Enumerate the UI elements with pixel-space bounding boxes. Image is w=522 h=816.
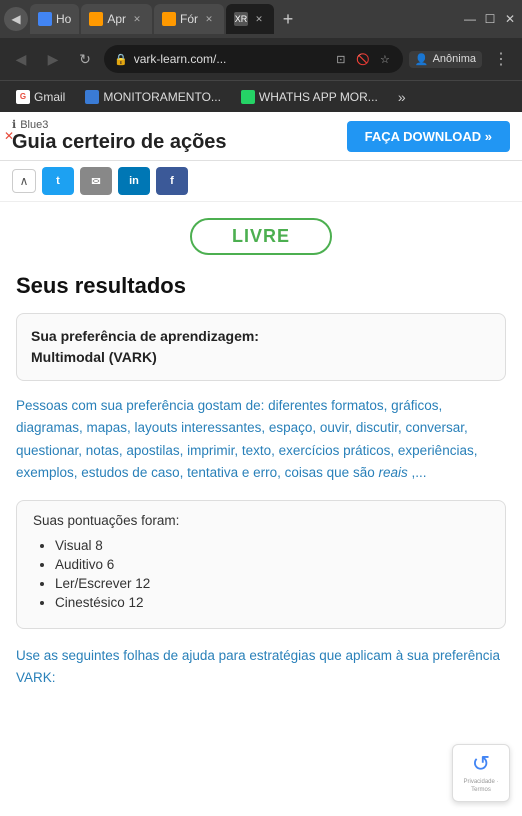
- tab-amazon1-label: Apr: [107, 12, 126, 26]
- livre-pill: LIVRE: [190, 218, 332, 255]
- browser-chrome: ◀ Ho Apr ✕ Fór ✕ XR ✕ + — ☐ ✕ ◀ ▶: [0, 0, 522, 112]
- share-facebook-button[interactable]: f: [156, 167, 188, 195]
- preference-value: Multimodal (VARK): [31, 349, 157, 365]
- new-tab-button[interactable]: +: [276, 7, 300, 31]
- bookmark-whatsapp-label: WHATHS APP MOR...: [259, 90, 378, 104]
- recaptcha-label: Privacidade · Termos: [453, 779, 509, 795]
- preference-label: Sua preferência de aprendizagem:: [31, 328, 259, 344]
- bookmark-gmail[interactable]: G Gmail: [8, 88, 73, 106]
- address-input[interactable]: 🔒 vark-learn.com/... ⊡ 🚫 ☆: [104, 45, 403, 73]
- tab-favicon-vark: XR: [234, 12, 248, 26]
- preference-box: Sua preferência de aprendizagem: Multimo…: [16, 313, 506, 381]
- tab-amazon2[interactable]: Fór ✕: [154, 4, 224, 34]
- download-button[interactable]: FAÇA DOWNLOAD »: [347, 121, 510, 152]
- address-bar: ◀ ▶ ↻ 🔒 vark-learn.com/... ⊡ 🚫 ☆ 👤 Anôni…: [0, 38, 522, 80]
- anon-label: Anônima: [433, 53, 476, 65]
- menu-button[interactable]: ⋮: [488, 46, 514, 72]
- tab-favicon-amazon1: [89, 12, 103, 26]
- share-toggle-button[interactable]: ∧: [12, 169, 36, 193]
- maximize-button[interactable]: ☐: [482, 11, 498, 27]
- banner-brand: Blue3: [20, 119, 48, 131]
- tab-vark[interactable]: XR ✕: [226, 4, 274, 34]
- tab-amazon1-close[interactable]: ✕: [130, 12, 144, 26]
- description-ellipsis: ,...: [408, 465, 427, 480]
- bookmark-gmail-label: Gmail: [34, 90, 65, 104]
- tab-vark-close[interactable]: ✕: [252, 12, 266, 26]
- score-auditivo: Auditivo 6: [55, 557, 489, 572]
- chevron-up-icon: ∧: [20, 174, 29, 188]
- back-button[interactable]: ◀: [8, 46, 34, 72]
- screenshot-icon[interactable]: ⊡: [333, 51, 349, 67]
- bookmark-whatsapp[interactable]: WHATHS APP MOR...: [233, 88, 386, 106]
- lock-icon: 🔒: [114, 53, 128, 66]
- email-icon: ✉: [91, 175, 100, 188]
- scores-title: Suas pontuações foram:: [33, 513, 489, 528]
- scores-list: Visual 8 Auditivo 6 Ler/Escrever 12 Cine…: [33, 538, 489, 610]
- anon-icon: 👤: [415, 53, 429, 66]
- tab-favicon-home: [38, 12, 52, 26]
- recaptcha-icon: ↺: [472, 751, 490, 777]
- score-ler-escrever: Ler/Escrever 12: [55, 576, 489, 591]
- share-linkedin-button[interactable]: in: [118, 167, 150, 195]
- bookmarks-bar: G Gmail MONITORAMENTO... WHATHS APP MOR.…: [0, 80, 522, 112]
- share-bar: ∧ t ✉ in f: [0, 161, 522, 202]
- tab-home-label: Ho: [56, 12, 71, 26]
- score-visual: Visual 8: [55, 538, 489, 553]
- forward-button[interactable]: ▶: [40, 46, 66, 72]
- linkedin-icon: in: [129, 175, 139, 187]
- livre-badge: LIVRE: [16, 218, 506, 255]
- recaptcha-badge[interactable]: ↺ Privacidade · Termos: [452, 744, 510, 802]
- top-banner: ℹ Blue3 Guia certeiro de ações FAÇA DOWN…: [0, 112, 522, 161]
- gmail-icon: G: [16, 90, 30, 104]
- tab-home[interactable]: Ho: [30, 4, 79, 34]
- bookmarks-more-button[interactable]: »: [390, 85, 414, 109]
- share-twitter-button[interactable]: t: [42, 167, 74, 195]
- twitter-icon: t: [56, 175, 60, 187]
- window-buttons: — ☐ ✕: [462, 11, 518, 27]
- address-text: vark-learn.com/...: [134, 52, 327, 66]
- tab-amazon2-close[interactable]: ✕: [202, 12, 216, 26]
- bookmark-monitor-label: MONITORAMENTO...: [103, 90, 221, 104]
- tab-amazon2-label: Fór: [180, 12, 198, 26]
- score-cinestesico: Cinestésico 12: [55, 595, 489, 610]
- banner-title: Guia certeiro de ações: [12, 131, 227, 154]
- block-icon[interactable]: 🚫: [355, 51, 371, 67]
- reload-button[interactable]: ↻: [72, 46, 98, 72]
- results-title: Seus resultados: [16, 273, 506, 299]
- scores-box: Suas pontuações foram: Visual 8 Auditivo…: [16, 500, 506, 629]
- anon-badge: 👤 Anônima: [409, 51, 482, 68]
- tab-bar: ◀ Ho Apr ✕ Fór ✕ XR ✕ + — ☐ ✕: [0, 0, 522, 38]
- monitor-icon: [85, 90, 99, 104]
- tab-expand-btn[interactable]: ◀: [4, 7, 28, 31]
- banner-small-text: ℹ Blue3: [12, 118, 227, 131]
- banner-close-button[interactable]: ✕: [0, 127, 18, 145]
- whatsapp-icon: [241, 90, 255, 104]
- description-text: Pessoas com sua preferência gostam de: d…: [16, 395, 506, 484]
- share-email-button[interactable]: ✉: [80, 167, 112, 195]
- minimize-button[interactable]: —: [462, 11, 478, 27]
- facebook-icon: f: [170, 175, 174, 187]
- page-content: ℹ Blue3 Guia certeiro de ações FAÇA DOWN…: [0, 112, 522, 816]
- star-icon[interactable]: ☆: [377, 51, 393, 67]
- result-content: LIVRE Seus resultados Sua preferência de…: [0, 202, 522, 704]
- description-italic: reais: [378, 465, 407, 480]
- tab-favicon-amazon2: [162, 12, 176, 26]
- preference-text: Sua preferência de aprendizagem: Multimo…: [31, 326, 491, 368]
- banner-left: ℹ Blue3 Guia certeiro de ações: [12, 118, 227, 154]
- bookmark-monitor[interactable]: MONITORAMENTO...: [77, 88, 229, 106]
- close-button[interactable]: ✕: [502, 11, 518, 27]
- help-text: Use as seguintes folhas de ajuda para es…: [16, 645, 506, 688]
- tab-amazon1[interactable]: Apr ✕: [81, 4, 152, 34]
